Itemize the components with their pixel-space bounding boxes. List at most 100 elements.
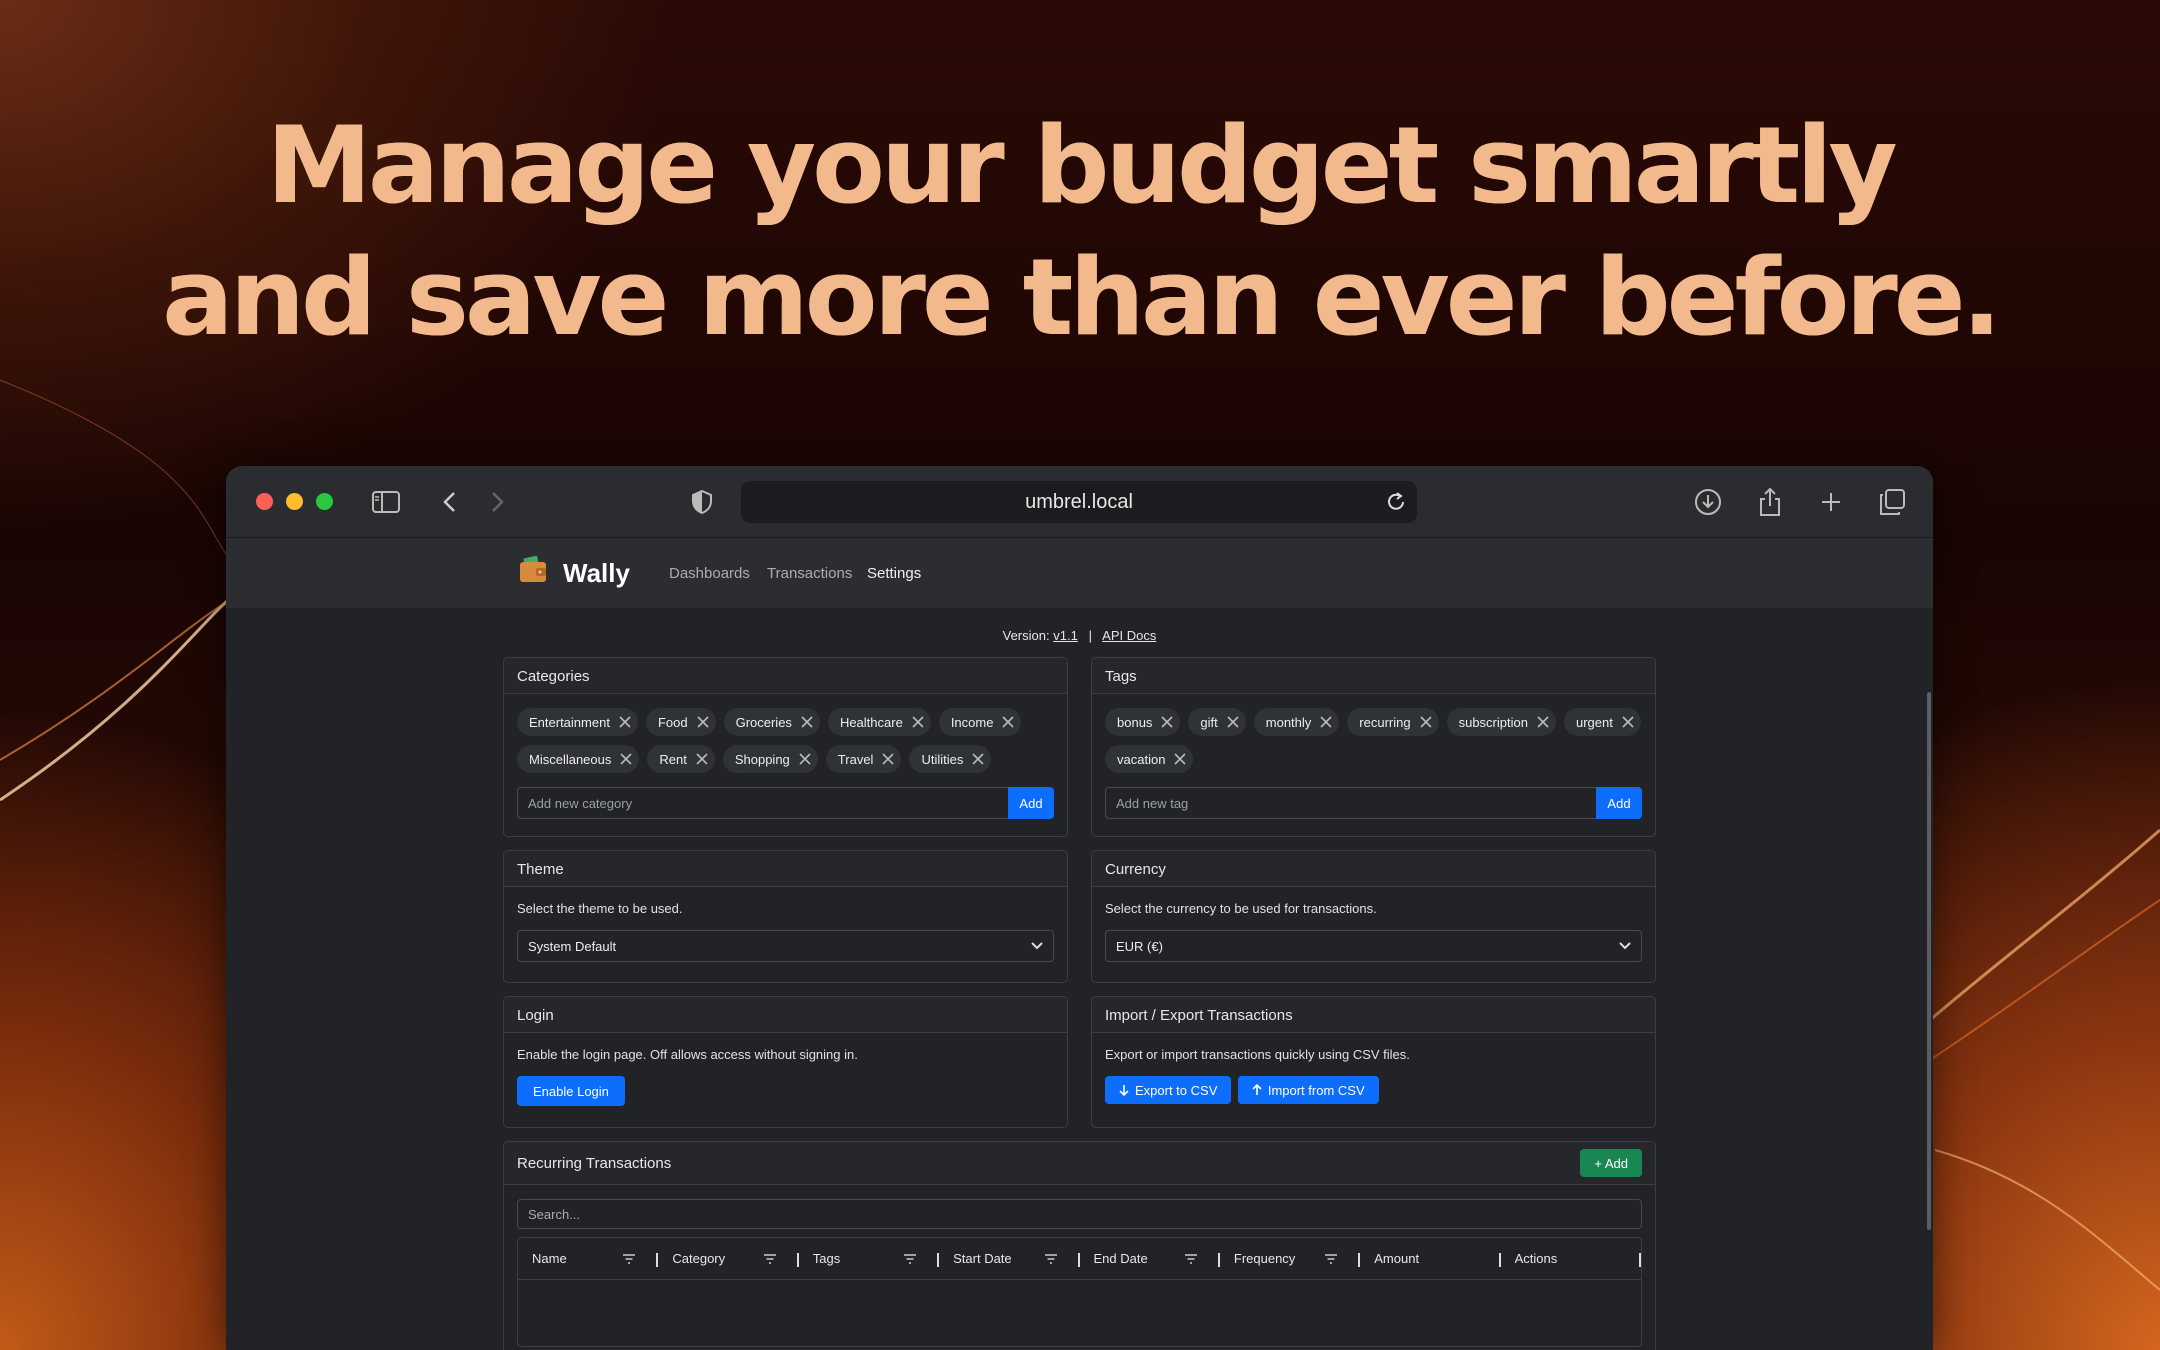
brand-name[interactable]: Wally bbox=[563, 558, 630, 589]
currency-title: Currency bbox=[1092, 851, 1655, 887]
column-header-name[interactable]: Name bbox=[518, 1238, 659, 1279]
app-navbar: Wally Dashboards Transactions Settings bbox=[226, 538, 1933, 608]
close-icon[interactable] bbox=[798, 752, 812, 766]
close-icon[interactable] bbox=[1536, 715, 1550, 729]
arrow-up-icon bbox=[1252, 1084, 1262, 1095]
nav-settings[interactable]: Settings bbox=[867, 565, 921, 582]
column-header-end-date[interactable]: End Date bbox=[1080, 1238, 1220, 1279]
downloads-icon[interactable] bbox=[1690, 484, 1726, 520]
close-window-button[interactable] bbox=[256, 493, 273, 510]
filter-icon[interactable] bbox=[622, 1253, 636, 1265]
tag-chip: recurring bbox=[1347, 708, 1439, 736]
reload-icon[interactable] bbox=[1383, 489, 1409, 515]
chip-label: gift bbox=[1200, 714, 1218, 730]
address-bar[interactable]: umbrel.local bbox=[741, 481, 1417, 523]
chevron-down-icon bbox=[1031, 942, 1043, 950]
page-scrollbar[interactable] bbox=[1927, 692, 1931, 1230]
forward-icon[interactable] bbox=[480, 484, 516, 520]
column-label: Actions bbox=[1514, 1251, 1558, 1266]
filter-icon[interactable] bbox=[1044, 1253, 1058, 1265]
tags-list: bonus gift monthly recurring subscription urg… bbox=[1105, 708, 1642, 773]
close-icon[interactable] bbox=[1319, 715, 1333, 729]
chip-label: Entertainment bbox=[529, 714, 610, 730]
filter-icon[interactable] bbox=[1184, 1253, 1198, 1265]
column-header-amount[interactable]: Amount bbox=[1360, 1238, 1501, 1279]
column-header-tags[interactable]: Tags bbox=[799, 1238, 940, 1279]
currency-selected-value: EUR (€) bbox=[1116, 938, 1163, 954]
new-tag-input[interactable] bbox=[1105, 787, 1596, 819]
version-label: Version: bbox=[1002, 628, 1050, 643]
chip-label: Travel bbox=[837, 751, 874, 767]
browser-window: umbrel.local Wally Dashboards Transactio… bbox=[226, 466, 1933, 1350]
close-icon[interactable] bbox=[1173, 752, 1187, 766]
category-chip: Groceries bbox=[723, 708, 820, 736]
column-label: Start Date bbox=[953, 1251, 1012, 1266]
nav-dashboards[interactable]: Dashboards bbox=[669, 565, 750, 582]
arrow-down-icon bbox=[1119, 1085, 1129, 1096]
login-description: Enable the login page. Off allows access… bbox=[517, 1047, 858, 1062]
import-export-description: Export or import transactions quickly us… bbox=[1105, 1047, 1410, 1062]
category-chip: Food bbox=[645, 708, 716, 736]
recurring-search-input[interactable]: Search... bbox=[517, 1199, 1642, 1229]
column-header-start-date[interactable]: Start Date bbox=[939, 1238, 1080, 1279]
column-header-frequency[interactable]: Frequency bbox=[1220, 1238, 1361, 1279]
filter-icon[interactable] bbox=[763, 1253, 777, 1265]
nav-transactions[interactable]: Transactions bbox=[767, 565, 852, 582]
chip-label: recurring bbox=[1359, 714, 1411, 730]
chip-label: Food bbox=[657, 714, 688, 730]
column-header-actions[interactable]: Actions bbox=[1501, 1238, 1641, 1279]
new-tab-icon[interactable] bbox=[1813, 484, 1849, 520]
column-header-category[interactable]: Category bbox=[658, 1238, 799, 1279]
wallet-logo-icon[interactable] bbox=[518, 554, 548, 584]
chip-label: Miscellaneous bbox=[529, 751, 612, 767]
export-csv-button[interactable]: Export to CSV bbox=[1105, 1076, 1232, 1104]
settings-page: Version: v1.1 | API Docs Categories Ente… bbox=[226, 608, 1933, 1350]
close-icon[interactable] bbox=[619, 752, 633, 766]
close-icon[interactable] bbox=[911, 715, 925, 729]
enable-login-button[interactable]: Enable Login bbox=[517, 1076, 625, 1106]
chip-label: Groceries bbox=[735, 714, 792, 730]
close-icon[interactable] bbox=[971, 752, 985, 766]
privacy-shield-icon[interactable] bbox=[684, 484, 720, 520]
currency-select[interactable]: EUR (€) bbox=[1105, 930, 1642, 962]
new-category-input[interactable] bbox=[517, 787, 1008, 819]
import-csv-button[interactable]: Import from CSV bbox=[1237, 1076, 1379, 1104]
version-line: Version: v1.1 | API Docs bbox=[226, 628, 1933, 643]
close-icon[interactable] bbox=[618, 715, 632, 729]
export-csv-label: Export to CSV bbox=[1135, 1082, 1218, 1098]
chip-label: vacation bbox=[1117, 751, 1166, 767]
api-docs-link[interactable]: API Docs bbox=[1102, 628, 1156, 643]
search-placeholder: Search... bbox=[528, 1206, 581, 1222]
add-category-button[interactable]: Add bbox=[1008, 787, 1054, 819]
close-icon[interactable] bbox=[881, 752, 895, 766]
table-header: Name Category Tags Start Date End Date Freque… bbox=[518, 1238, 1641, 1280]
currency-description: Select the currency to be used for trans… bbox=[1105, 901, 1377, 916]
theme-select[interactable]: System Default bbox=[517, 930, 1054, 962]
filter-icon[interactable] bbox=[1324, 1253, 1338, 1265]
filter-icon[interactable] bbox=[903, 1253, 917, 1265]
minimize-window-button[interactable] bbox=[286, 493, 303, 510]
version-link[interactable]: v1.1 bbox=[1053, 628, 1078, 643]
column-label: Frequency bbox=[1233, 1251, 1296, 1266]
chip-label: Utilities bbox=[921, 751, 964, 767]
recurring-title: Recurring Transactions bbox=[517, 1154, 672, 1172]
back-icon[interactable] bbox=[431, 484, 467, 520]
close-icon[interactable] bbox=[696, 715, 710, 729]
column-resize-handle[interactable] bbox=[1639, 1253, 1641, 1267]
close-icon[interactable] bbox=[1621, 715, 1635, 729]
close-icon[interactable] bbox=[1419, 715, 1433, 729]
hero-headline: Manage your budget smartly and save more… bbox=[0, 100, 2160, 364]
close-icon[interactable] bbox=[1160, 715, 1174, 729]
close-icon[interactable] bbox=[800, 715, 814, 729]
maximize-window-button[interactable] bbox=[316, 493, 333, 510]
close-icon[interactable] bbox=[695, 752, 709, 766]
column-label: Tags bbox=[812, 1251, 841, 1266]
add-recurring-button[interactable]: + Add bbox=[1580, 1149, 1642, 1177]
tab-overview-icon[interactable] bbox=[1874, 484, 1910, 520]
url-text: umbrel.local bbox=[1025, 490, 1133, 513]
close-icon[interactable] bbox=[1226, 715, 1240, 729]
sidebar-toggle-icon[interactable] bbox=[368, 484, 404, 520]
share-icon[interactable] bbox=[1752, 484, 1788, 520]
add-tag-button[interactable]: Add bbox=[1596, 787, 1642, 819]
close-icon[interactable] bbox=[1001, 715, 1015, 729]
